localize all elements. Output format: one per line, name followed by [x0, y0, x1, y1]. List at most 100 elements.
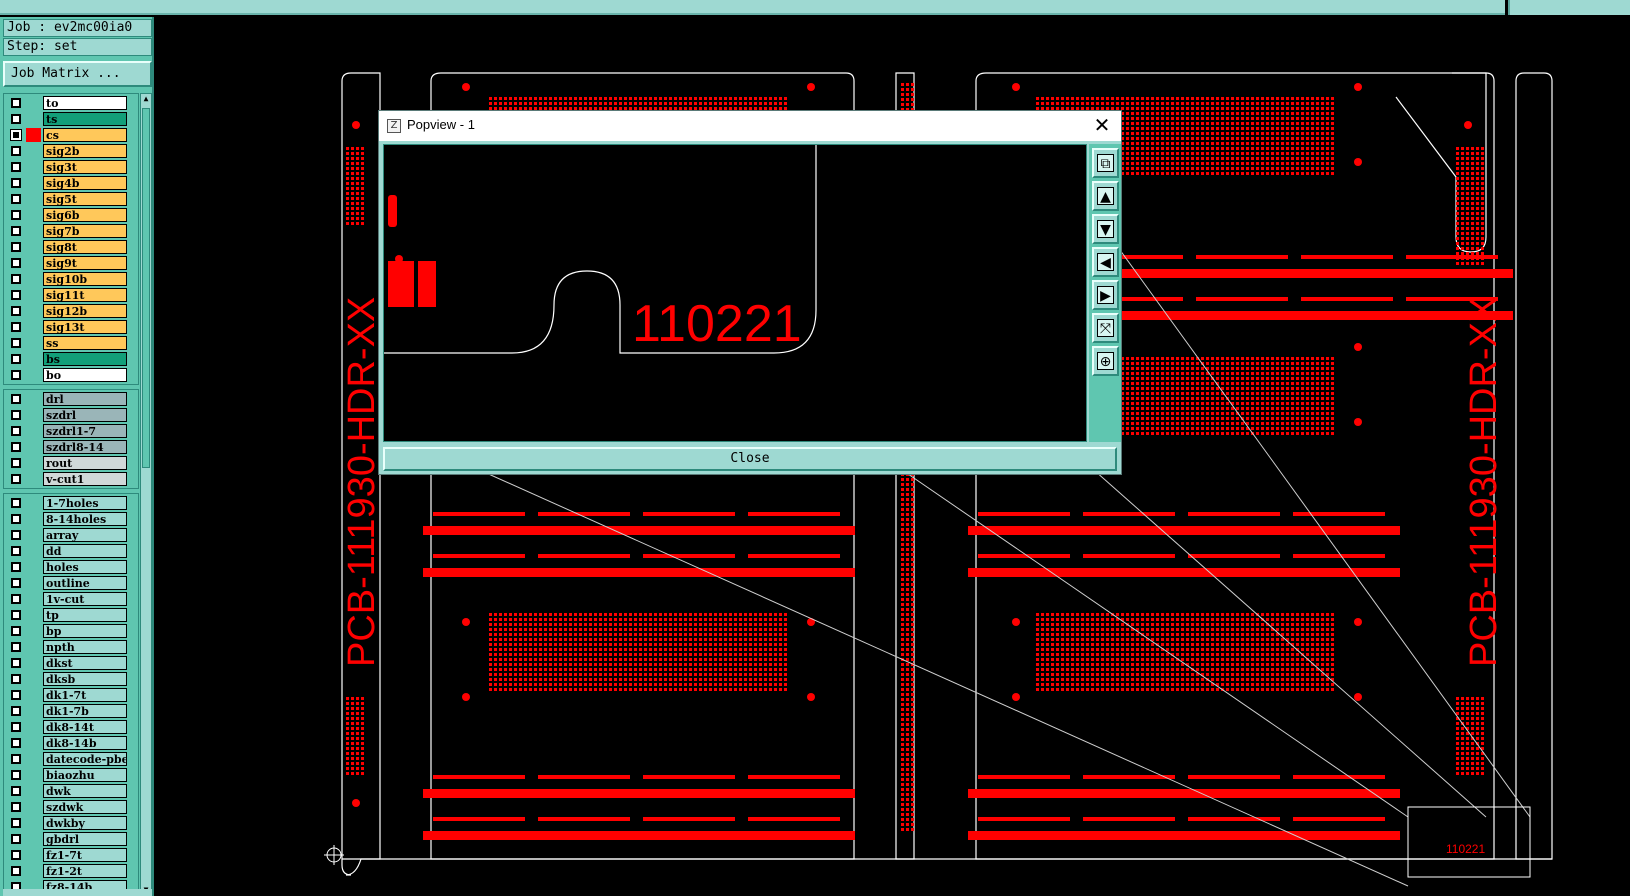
layer-row[interactable]: dksb — [4, 671, 138, 687]
layer-color-swatch[interactable] — [26, 320, 41, 334]
layer-checkbox[interactable] — [11, 426, 21, 436]
layer-checkbox[interactable] — [11, 242, 21, 252]
layer-name[interactable]: v-cut1 — [43, 472, 127, 486]
layer-color-swatch[interactable] — [26, 288, 41, 302]
layer-checkbox[interactable] — [11, 658, 21, 668]
layer-color-swatch[interactable] — [26, 656, 41, 670]
layer-checkbox[interactable] — [11, 394, 21, 404]
layer-color-swatch[interactable] — [26, 704, 41, 718]
layer-name[interactable]: cs — [43, 128, 127, 142]
layer-row[interactable]: 1-7holes — [4, 495, 138, 511]
layer-row[interactable]: bs — [4, 351, 138, 367]
layer-name[interactable]: sig11t — [43, 288, 127, 302]
layer-row[interactable]: sig13t — [4, 319, 138, 335]
layer-row[interactable]: szdrl1-7 — [4, 423, 138, 439]
layer-name[interactable]: sig5t — [43, 192, 127, 206]
layer-row[interactable]: sig12b — [4, 303, 138, 319]
layer-color-swatch[interactable] — [26, 848, 41, 862]
layer-row[interactable]: to — [4, 95, 138, 111]
layer-name[interactable]: sig10b — [43, 272, 127, 286]
layer-color-swatch[interactable] — [26, 424, 41, 438]
layer-color-swatch[interactable] — [26, 544, 41, 558]
layer-row[interactable]: bo — [4, 367, 138, 383]
layer-name[interactable]: gbdrl — [43, 832, 127, 846]
layer-row[interactable]: dwk — [4, 783, 138, 799]
layer-name[interactable]: sig8t — [43, 240, 127, 254]
layer-checkbox[interactable] — [11, 498, 21, 508]
layer-row[interactable]: 1v-cut — [4, 591, 138, 607]
layer-name[interactable]: szdwk — [43, 800, 127, 814]
layer-color-swatch[interactable] — [26, 496, 41, 510]
layer-color-swatch[interactable] — [26, 608, 41, 622]
layer-name[interactable]: sig2b — [43, 144, 127, 158]
layer-row[interactable]: szdwk — [4, 799, 138, 815]
layer-name[interactable]: dwk — [43, 784, 127, 798]
layer-name[interactable]: dk8-14t — [43, 720, 127, 734]
layer-color-swatch[interactable] — [26, 256, 41, 270]
layer-name[interactable]: sig7b — [43, 224, 127, 238]
layer-color-swatch[interactable] — [26, 736, 41, 750]
layer-checkbox[interactable] — [11, 802, 21, 812]
layer-row[interactable]: bp — [4, 623, 138, 639]
layer-row[interactable]: sig3t — [4, 159, 138, 175]
layer-row[interactable]: fz1-7t — [4, 847, 138, 863]
layer-row[interactable]: sig11t — [4, 287, 138, 303]
layer-name[interactable]: dd — [43, 544, 127, 558]
layer-color-swatch[interactable] — [26, 336, 41, 350]
layer-checkbox[interactable] — [11, 690, 21, 700]
layer-checkbox[interactable] — [11, 146, 21, 156]
layer-row[interactable]: ts — [4, 111, 138, 127]
layer-color-swatch[interactable] — [26, 688, 41, 702]
layer-checkbox[interactable] — [11, 786, 21, 796]
layer-color-swatch[interactable] — [26, 208, 41, 222]
layer-color-swatch[interactable] — [26, 128, 41, 142]
layer-checkbox[interactable] — [11, 642, 21, 652]
layer-name[interactable]: bo — [43, 368, 127, 382]
job-matrix-button[interactable]: Job Matrix ... — [3, 61, 152, 87]
layer-name[interactable]: drl — [43, 392, 127, 406]
layer-color-swatch[interactable] — [26, 176, 41, 190]
layer-name[interactable]: 1v-cut — [43, 592, 127, 606]
layer-name[interactable]: biaozhu — [43, 768, 127, 782]
layer-name[interactable]: fz1-2t — [43, 864, 127, 878]
layer-color-swatch[interactable] — [26, 144, 41, 158]
layer-name[interactable]: outline — [43, 576, 127, 590]
layer-checkbox[interactable] — [11, 818, 21, 828]
layer-row[interactable]: rout — [4, 455, 138, 471]
layer-name[interactable]: szdrl1-7 — [43, 424, 127, 438]
layer-color-swatch[interactable] — [26, 592, 41, 606]
scroll-up-arrow-icon[interactable]: ▲ — [141, 94, 151, 104]
layer-color-swatch[interactable] — [26, 720, 41, 734]
layer-checkbox[interactable] — [11, 458, 21, 468]
layer-row[interactable]: outline — [4, 575, 138, 591]
layer-name[interactable]: sig6b — [43, 208, 127, 222]
layer-checkbox[interactable] — [11, 442, 21, 452]
layer-checkbox[interactable] — [11, 114, 21, 124]
layer-row[interactable]: sig9t — [4, 255, 138, 271]
layer-checkbox[interactable] — [11, 562, 21, 572]
layer-name[interactable]: sig9t — [43, 256, 127, 270]
layer-checkbox[interactable] — [11, 722, 21, 732]
layer-checkbox[interactable] — [11, 274, 21, 284]
layer-name[interactable]: sig3t — [43, 160, 127, 174]
layer-color-swatch[interactable] — [26, 368, 41, 382]
layer-checkbox[interactable] — [11, 226, 21, 236]
layer-name[interactable]: szdrl8-14 — [43, 440, 127, 454]
layer-name[interactable]: to — [43, 96, 127, 110]
layer-row[interactable]: array — [4, 527, 138, 543]
layer-checkbox[interactable] — [11, 290, 21, 300]
layer-checkbox[interactable] — [11, 594, 21, 604]
layer-name[interactable]: dksb — [43, 672, 127, 686]
layer-color-swatch[interactable] — [26, 864, 41, 878]
layer-row[interactable]: dd — [4, 543, 138, 559]
layer-color-swatch[interactable] — [26, 112, 41, 126]
layer-color-swatch[interactable] — [26, 528, 41, 542]
layer-row[interactable]: npth — [4, 639, 138, 655]
layer-checkbox[interactable] — [11, 546, 21, 556]
layer-color-swatch[interactable] — [26, 352, 41, 366]
layer-name[interactable]: 8-14holes — [43, 512, 127, 526]
layer-color-swatch[interactable] — [26, 240, 41, 254]
layer-name[interactable]: dk1-7b — [43, 704, 127, 718]
layer-color-swatch[interactable] — [26, 560, 41, 574]
layer-name[interactable]: sig4b — [43, 176, 127, 190]
